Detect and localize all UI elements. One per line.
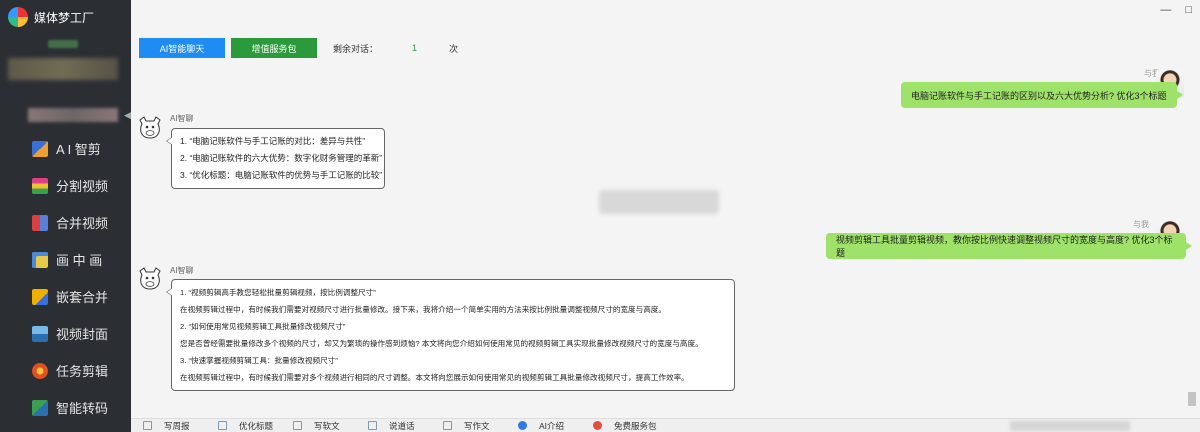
quick-action-essay[interactable]: 写作文 xyxy=(443,420,518,432)
message-line: 在视频剪辑过程中，有时候我们需要对视频尺寸进行批量修改。接下来，我将介绍一个简单… xyxy=(180,305,666,314)
quick-action-write-article[interactable]: 写软文 xyxy=(293,420,368,432)
toolbar: AI智能聊天 增值服务包 剩余对话： 1 次 xyxy=(139,38,458,58)
title-icon xyxy=(218,421,227,430)
quick-action-optimize-title[interactable]: 优化标题 xyxy=(218,420,293,432)
blurred-user-banner xyxy=(8,58,118,80)
remain-label: 剩余对话： xyxy=(333,43,379,54)
value-pack-button[interactable]: 增值服务包 xyxy=(231,38,317,58)
blurred-watermark xyxy=(1010,421,1130,431)
split-video-icon xyxy=(32,177,48,194)
blurred-user-info xyxy=(48,40,78,48)
info-icon xyxy=(518,421,527,430)
message-line: 1. “视频剪辑高手教您轻松批量剪辑视频，按比例调整尺寸” xyxy=(180,288,376,297)
quick-action-label: 写周报 xyxy=(164,420,190,431)
sidebar-nav: A I 智剪 分割视频 合并视频 画 中 画 嵌套合并 视频封面 任务剪辑 智能… xyxy=(0,130,131,426)
sidebar-item-video-cover[interactable]: 视频封面 xyxy=(0,315,131,352)
sidebar: 媒体梦工厂 ◀ A I 智剪 分割视频 合并视频 画 中 画 嵌套合并 视频封面 xyxy=(0,0,131,432)
blurred-timestamp xyxy=(599,190,719,214)
minimize-icon[interactable]: — xyxy=(1160,4,1171,16)
quick-action-label: AI介绍 xyxy=(539,420,565,431)
quick-action-label: 写软文 xyxy=(314,420,340,431)
merge-video-icon xyxy=(32,214,48,231)
quick-action-label: 免费服务包 xyxy=(614,420,657,431)
maximize-icon[interactable]: □ xyxy=(1185,4,1192,16)
ai-message: 1. “视频剪辑高手教您轻松批量剪辑视频，按比例调整尺寸” 在视频剪辑过程中，有… xyxy=(166,279,735,391)
remain-unit: 次 xyxy=(449,43,459,54)
chat-area: 与我 电脑记账软件与手工记账的区别以及六大优势分析? 优化3个标题 AI智聊 1… xyxy=(131,62,1192,416)
quick-action-label: 说道话 xyxy=(389,420,415,431)
main-panel: — □ AI智能聊天 增值服务包 剩余对话： 1 次 与我 电脑记账软件与手工记… xyxy=(131,0,1200,432)
user-message: 电脑记账软件与手工记账的区别以及六大优势分析? 优化3个标题 xyxy=(901,82,1183,108)
video-cover-icon xyxy=(32,325,48,342)
quick-action-label: 优化标题 xyxy=(239,420,274,431)
sidebar-item-transcode[interactable]: 智能转码 xyxy=(0,389,131,426)
sidebar-item-nested-merge[interactable]: 嵌套合并 xyxy=(0,278,131,315)
sidebar-item-label: 嵌套合并 xyxy=(56,290,109,305)
message-line: 2. “如何使用常见视频剪辑工具批量修改视频尺寸” xyxy=(180,322,346,331)
sidebar-item-label: 画 中 画 xyxy=(56,253,103,268)
sidebar-item-label: 视频封面 xyxy=(56,327,109,342)
ai-sender-name: AI智聊 xyxy=(170,114,194,123)
sidebar-item-label: 合并视频 xyxy=(56,216,109,231)
message-line: 您是否曾经需要批量修改多个视频的尺寸，却又为繁琐的操作感到烦恼? 本文将向您介绍… xyxy=(180,339,703,348)
window-controls: — □ xyxy=(1160,4,1192,16)
sidebar-item-label: 任务剪辑 xyxy=(56,364,109,379)
article-icon xyxy=(293,421,302,430)
transcode-icon xyxy=(32,399,48,416)
ai-chat-button[interactable]: AI智能聊天 xyxy=(139,38,225,58)
report-icon xyxy=(143,421,152,430)
message-line: 2. “电脑记账软件的六大优势：数字化财务管理的革新” xyxy=(180,153,383,163)
ai-message: 1. “电脑记账软件与手工记账的对比：差异与共性” 2. “电脑记账软件的六大优… xyxy=(166,128,385,189)
sidebar-item-ai-edit[interactable]: A I 智剪 xyxy=(0,130,131,167)
message-line: 3. “优化标题：电脑记账软件的优势与手工记账的比较” xyxy=(180,170,383,180)
quick-action-ai-intro[interactable]: AI介绍 xyxy=(518,420,593,432)
message-line: 3. “快速掌握视频剪辑工具：批量修改视频尺寸” xyxy=(180,356,338,365)
ai-avatar-icon xyxy=(139,116,161,139)
sidebar-item-label: A I 智剪 xyxy=(56,142,101,157)
speech-icon xyxy=(368,421,377,430)
message-line: 1. “电脑记账软件与手工记账的对比：差异与共性” xyxy=(180,136,366,146)
app-logo-icon xyxy=(8,7,28,27)
ai-edit-icon xyxy=(32,140,48,157)
quick-actions-bar: 写周报 优化标题 写软文 说道话 写作文 AI介绍 免费服务包 xyxy=(131,418,1200,432)
sidebar-item-picture-in-picture[interactable]: 画 中 画 xyxy=(0,241,131,278)
sidebar-item-split-video[interactable]: 分割视频 xyxy=(0,167,131,204)
picture-in-picture-icon xyxy=(32,251,48,268)
sidebar-item-task-edit[interactable]: 任务剪辑 xyxy=(0,352,131,389)
sidebar-item-label: 智能转码 xyxy=(56,401,109,416)
user-sender-name: 与我 xyxy=(1133,220,1149,229)
quick-action-speech[interactable]: 说道话 xyxy=(368,420,443,432)
user-message: 视频剪辑工具批量剪辑视频，教你按比例快速调整视频尺寸的宽度与高度? 优化3个标题 xyxy=(826,233,1192,259)
quick-action-free-pack[interactable]: 免费服务包 xyxy=(593,420,668,432)
nested-merge-icon xyxy=(32,288,48,305)
chat-scrollbar[interactable] xyxy=(1188,62,1196,416)
sidebar-item-merge-video[interactable]: 合并视频 xyxy=(0,204,131,241)
quick-action-weekly-report[interactable]: 写周报 xyxy=(143,420,218,432)
message-line: 在视频剪辑过程中，有时候我们需要对多个视频进行相同的尺寸调整。本文将向您展示如何… xyxy=(180,373,689,382)
brand: 媒体梦工厂 xyxy=(0,0,131,34)
remain-count: 1 xyxy=(412,43,418,53)
ai-avatar-icon xyxy=(139,267,161,290)
blurred-account-id xyxy=(28,108,118,122)
ai-sender-name: AI智聊 xyxy=(170,266,194,275)
task-edit-icon xyxy=(32,362,48,379)
collapse-arrow-icon[interactable]: ◀ xyxy=(124,110,131,121)
gift-icon xyxy=(593,421,602,430)
essay-icon xyxy=(443,421,452,430)
app-name: 媒体梦工厂 xyxy=(34,10,95,25)
scrollbar-thumb[interactable] xyxy=(1188,392,1196,406)
quick-action-label: 写作文 xyxy=(464,420,490,431)
sidebar-item-label: 分割视频 xyxy=(56,179,109,194)
